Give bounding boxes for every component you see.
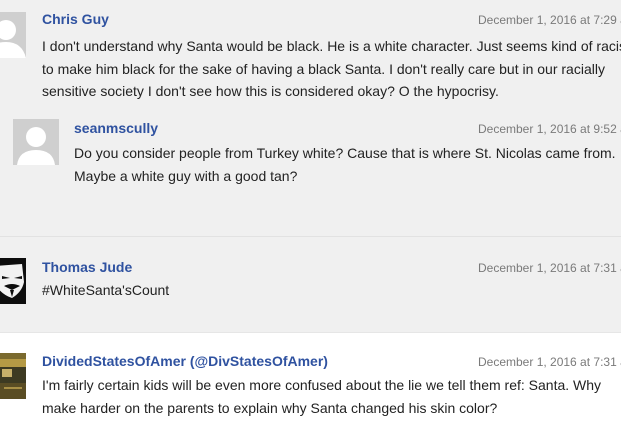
comment-text: #WhiteSanta'sCount [42, 279, 602, 302]
comment-text: I'm fairly certain kids will be even mor… [42, 374, 612, 419]
default-avatar-icon [0, 12, 26, 58]
comment-line: Do you consider people from Turkey white… [74, 145, 616, 161]
avatar[interactable] [0, 353, 26, 399]
comment-author[interactable]: Chris Guy [42, 11, 109, 27]
comment-line: sensitive society I don't see how this i… [42, 83, 499, 99]
comment-thomas-jude: Thomas Jude December 1, 2016 at 7:31 a #… [0, 236, 621, 333]
comment-text: Do you consider people from Turkey white… [74, 142, 619, 187]
comment-line: Maybe a white guy with a good tan? [74, 167, 298, 184]
avatar[interactable] [13, 119, 59, 165]
comment-dividedstatesofamer: DividedStatesOfAmer (@DivStatesOfAmer) D… [0, 332, 621, 446]
comment-date[interactable]: December 1, 2016 at 9:52 a [478, 122, 621, 136]
avatar[interactable] [0, 12, 26, 58]
comment-chris-guy: Chris Guy December 1, 2016 at 7:29 a I d… [0, 0, 621, 236]
comment-date[interactable]: December 1, 2016 at 7:29 a [478, 13, 621, 27]
comment-author[interactable]: DividedStatesOfAmer (@DivStatesOfAmer) [42, 353, 328, 369]
avatar[interactable] [0, 258, 26, 304]
flag-avatar-icon [0, 353, 26, 399]
comment-date[interactable]: December 1, 2016 at 7:31 a [478, 355, 621, 369]
comment-line: make harder on the parents to explain wh… [42, 399, 498, 416]
mask-avatar-icon [0, 258, 26, 304]
comment-line: #WhiteSanta'sCount [42, 282, 170, 298]
comment-author[interactable]: Thomas Jude [42, 259, 132, 275]
comment-line: I'm fairly certain kids will be even mor… [42, 377, 602, 393]
comment-line: I don't understand why Santa would be bl… [42, 38, 621, 54]
default-avatar-icon [13, 119, 59, 165]
comment-date[interactable]: December 1, 2016 at 7:31 a [478, 261, 621, 275]
comment-line: to make him black for the sake of having… [42, 60, 605, 77]
comment-text: I don't understand why Santa would be bl… [42, 35, 621, 103]
comment-author[interactable]: seanmscully [74, 120, 158, 136]
